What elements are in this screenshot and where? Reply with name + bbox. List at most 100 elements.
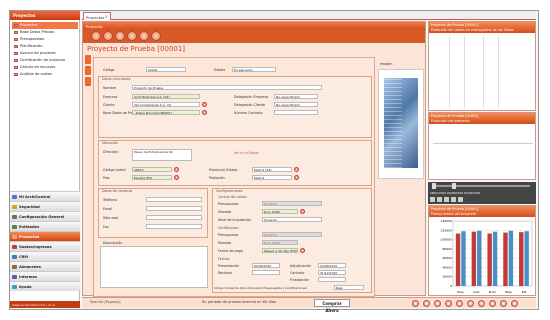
side-action-2[interactable] xyxy=(85,66,91,75)
delegacion-empresa-label: Delegación Empresa xyxy=(234,95,268,99)
next-icon[interactable] xyxy=(451,197,456,202)
info-icon[interactable] xyxy=(423,300,430,307)
close-icon[interactable] xyxy=(511,300,518,307)
direccion-field[interactable]: Paseo de Extremadura 60 xyxy=(132,149,192,161)
new-button[interactable] xyxy=(91,31,101,41)
module-almacenes[interactable]: Almacenes xyxy=(10,261,80,271)
print-button[interactable] xyxy=(127,31,137,41)
moneda-lookup-button[interactable] xyxy=(300,209,305,214)
module-gastos-ingresos[interactable]: Gastos/Ingresos xyxy=(10,241,80,251)
sidebar-tree: Proyectos Base Datos Precios Presupuesto… xyxy=(12,22,78,78)
module-entidades[interactable]: Entidades xyxy=(10,221,80,231)
finalizacion-field[interactable] xyxy=(318,277,346,282)
slider-handle[interactable] xyxy=(432,183,436,189)
tab-bar: Proyectos × xyxy=(82,11,536,20)
search-button[interactable] xyxy=(151,31,161,41)
play-icon[interactable] xyxy=(444,197,449,202)
nivel-imputacion-select[interactable]: Proyecto xyxy=(262,217,322,222)
cliente-field[interactable]: Vet Inmobiliarias S.A. [2] xyxy=(132,102,200,107)
numero-contrato-field[interactable] xyxy=(274,110,318,115)
forma-pago-field[interactable]: Pagaré a 30 días [P30] xyxy=(262,248,298,253)
email-field[interactable] xyxy=(146,206,202,211)
codigo-unidad-select[interactable]: Real xyxy=(334,285,364,290)
presupuesto-select[interactable]: Proyecto xyxy=(262,201,322,206)
pais-lookup-button[interactable] xyxy=(174,175,179,180)
tree-item-presupuestos[interactable]: Presupuestos xyxy=(12,36,78,43)
module-informes[interactable]: Informes xyxy=(10,271,80,281)
module-label: Entidades xyxy=(19,225,40,229)
empresa-field[interactable]: Archi Empresa S.A. [02] xyxy=(132,94,200,99)
first-icon[interactable] xyxy=(430,197,435,202)
descripcion-field[interactable] xyxy=(100,246,208,288)
forma-pago-lookup-button[interactable] xyxy=(300,248,305,253)
cert-moneda-field[interactable]: Euro [EUR] xyxy=(262,240,298,245)
estado-field[interactable]: En ejecución xyxy=(232,67,276,72)
timeline-date: 05/08/2010 xyxy=(447,191,464,195)
delegacion-cliente-field[interactable]: No especificado xyxy=(274,102,318,107)
module-proyectos[interactable]: Proyectos xyxy=(10,231,80,241)
contrato-field[interactable]: 31/12/2010 xyxy=(318,270,346,275)
prev-icon[interactable] xyxy=(437,197,442,202)
close-icon[interactable]: × xyxy=(105,14,108,19)
minimize-icon[interactable] xyxy=(500,300,507,307)
nombre-field[interactable]: Proyecto de Prueba xyxy=(132,85,322,90)
refresh-button[interactable] xyxy=(139,31,149,41)
budget-subtitle: Presupuestos del proyecto xyxy=(431,211,476,216)
ver-mapa-link[interactable]: Ver en el Mapa xyxy=(234,151,259,155)
fax-field[interactable] xyxy=(146,224,202,229)
web-field[interactable] xyxy=(146,215,202,220)
y-tick-label: 0 xyxy=(450,284,452,288)
tree-item-certificacion[interactable]: Certificación de proyecto xyxy=(12,57,78,64)
user-icon[interactable] xyxy=(467,300,474,307)
module-mi-archicontrol[interactable]: Mi ArchiControl xyxy=(10,191,80,201)
page-title: Proyecto de Prueba [00001] xyxy=(87,45,186,53)
buy-now-button[interactable]: Comprar Ahora xyxy=(314,299,350,313)
telefono-field[interactable] xyxy=(146,197,202,202)
cp-lookup-button[interactable] xyxy=(174,167,179,172)
presentacion-field[interactable]: 02/08/2010 xyxy=(252,263,280,268)
rechazo-label: Rechazo xyxy=(218,271,232,275)
cert-presupuesto-select[interactable]: Proyecto xyxy=(262,232,322,237)
tree-item-planificacion[interactable]: Planificación xyxy=(12,43,78,50)
tree-item-base-datos-precios[interactable]: Base Datos Precios xyxy=(12,29,78,36)
calendar-icon[interactable] xyxy=(445,300,452,307)
descripcion-label: Descripción xyxy=(103,241,123,245)
refresh-icon[interactable] xyxy=(489,300,496,307)
help-icon[interactable] xyxy=(412,300,419,307)
adjudicacion-field[interactable]: 24/08/2010 xyxy=(318,263,346,268)
codigo-postal-field[interactable]: 28013 xyxy=(132,167,172,172)
side-action-1[interactable] xyxy=(85,55,91,64)
tab-proyectos[interactable]: Proyectos × xyxy=(83,12,111,20)
base-datos-field[interactable]: - Datos Principal [BD001] xyxy=(132,110,200,115)
pais-field[interactable]: España [ES] xyxy=(132,175,172,180)
provincia-lookup-button[interactable] xyxy=(294,167,299,172)
poblacion-field[interactable]: Madrid xyxy=(252,175,292,180)
language-selector[interactable]: Spanish [Espanol] xyxy=(90,300,120,304)
cliente-lookup-button[interactable] xyxy=(202,102,207,107)
module-crm[interactable]: CRM xyxy=(10,251,80,261)
module-configuraci-n-general[interactable]: Configuración General xyxy=(10,211,80,221)
poblacion-lookup-button[interactable] xyxy=(294,175,299,180)
tree-item-proyectos[interactable]: Proyectos xyxy=(12,22,78,29)
last-icon[interactable] xyxy=(458,197,463,202)
codigo-field[interactable]: 00001 xyxy=(146,67,186,72)
tree-item-avance[interactable]: Avance de proyecto xyxy=(12,50,78,57)
rechazo-field[interactable] xyxy=(252,270,280,275)
timeline-slider[interactable]: 28/07/2010 05/08/2010 01/09/2010 xyxy=(428,182,536,204)
moneda-field[interactable]: Euro [EUR] xyxy=(262,209,298,214)
delete-button[interactable] xyxy=(115,31,125,41)
module-seguridad[interactable]: Seguridad xyxy=(10,201,80,211)
base-datos-lookup-button[interactable] xyxy=(202,110,207,115)
tree-item-recursos[interactable]: Cálculo de recursos xyxy=(12,64,78,71)
settings-icon[interactable] xyxy=(456,300,463,307)
side-action-3[interactable] xyxy=(85,77,91,86)
module-ayuda[interactable]: Ayuda xyxy=(10,281,80,291)
module-icon xyxy=(12,195,17,199)
delegacion-empresa-field[interactable]: No especificado xyxy=(274,94,318,99)
slider-handle[interactable] xyxy=(452,183,456,189)
tree-item-costes[interactable]: Análisis de costes xyxy=(12,71,78,78)
mail-icon[interactable] xyxy=(434,300,441,307)
save-button[interactable] xyxy=(103,31,113,41)
provincia-field[interactable]: Madrid [28] xyxy=(252,167,292,172)
lock-icon[interactable] xyxy=(478,300,485,307)
